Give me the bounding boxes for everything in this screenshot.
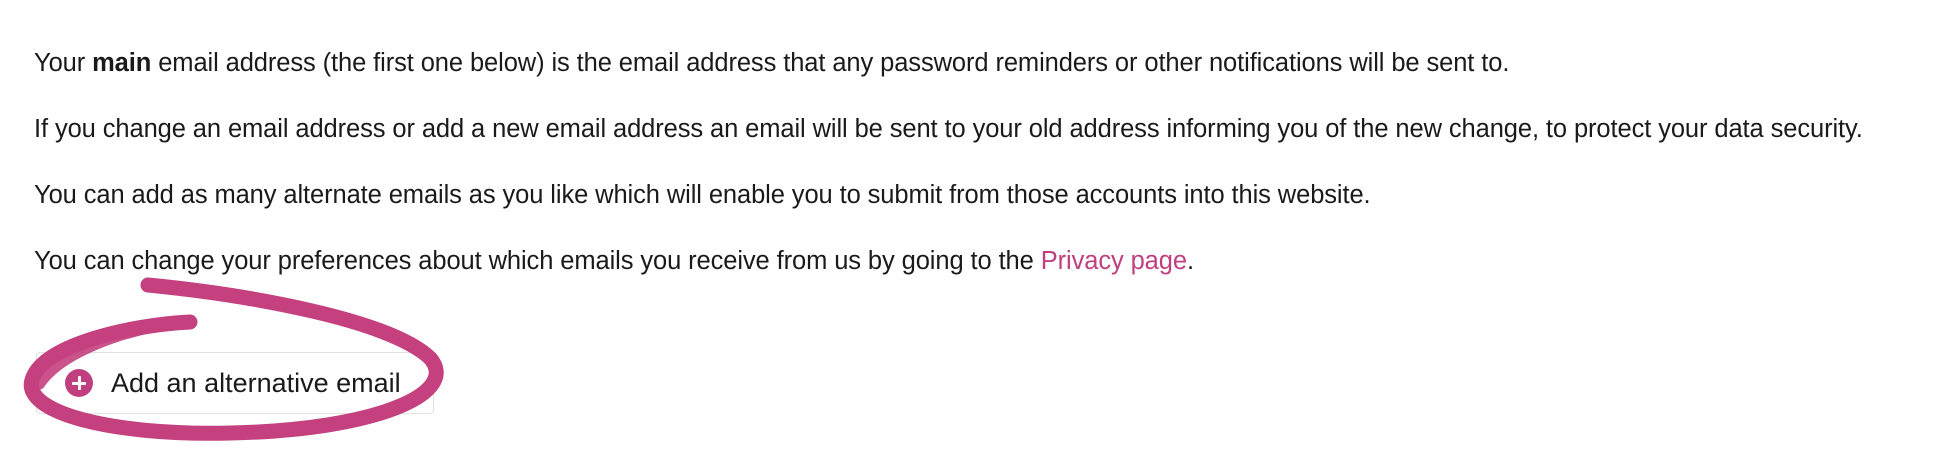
main-email-text-end: email address (the first one below) is t…: [151, 49, 1510, 77]
add-alternative-email-label: Add an alternative email: [111, 367, 401, 398]
change-notice-paragraph: If you change an email address or add a …: [34, 115, 1863, 143]
main-email-emphasis: main: [92, 49, 152, 77]
add-alternative-email-button[interactable]: Add an alternative email: [36, 352, 434, 414]
email-settings-info: Your main email address (the first one b…: [34, 44, 1914, 281]
main-email-paragraph: Your main email address (the first one b…: [34, 44, 1914, 83]
privacy-page-link[interactable]: Privacy page: [1041, 247, 1187, 275]
preferences-paragraph: You can change your preferences about wh…: [34, 242, 1914, 281]
preferences-text: You can change your preferences about wh…: [34, 247, 1041, 275]
preferences-text-end: .: [1186, 247, 1194, 275]
plus-circle-icon: [65, 369, 93, 397]
alternate-emails-paragraph: You can add as many alternate emails as …: [34, 181, 1371, 209]
main-email-text-start: Your: [34, 49, 93, 77]
